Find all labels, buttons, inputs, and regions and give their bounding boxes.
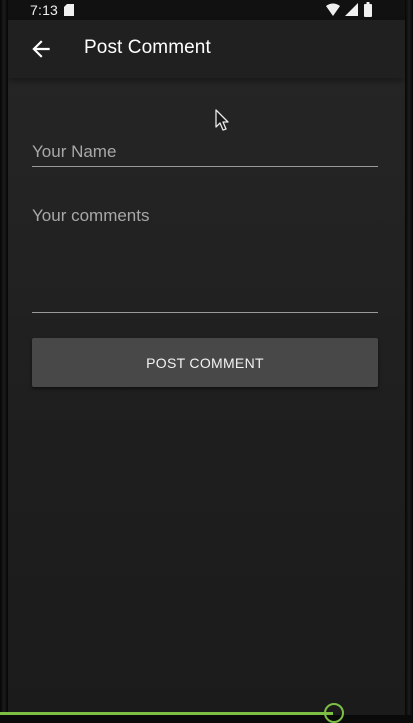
name-field: [32, 134, 378, 168]
name-input[interactable]: [32, 134, 378, 168]
wifi-icon: [326, 3, 340, 16]
phone-device: 7:13 Post Comment Your Name Your comment…: [0, 0, 413, 723]
comments-input[interactable]: [32, 198, 378, 316]
battery-icon: [364, 2, 372, 17]
phone-bezel-left: [0, 0, 8, 715]
comments-field: [32, 198, 378, 316]
status-bar: 7:13: [8, 0, 405, 20]
arrow-left-icon[interactable]: [28, 36, 54, 62]
signal-icon: [345, 3, 358, 16]
phone-bezel-right: [405, 0, 413, 715]
mouse-pointer-icon: [215, 109, 229, 131]
video-progress-handle[interactable]: [324, 703, 344, 723]
status-time: 7:13: [30, 2, 59, 18]
app-bar: Post Comment: [8, 20, 405, 78]
sd-card-icon: [64, 4, 74, 16]
post-comment-button[interactable]: POST COMMENT: [32, 338, 378, 387]
page-title: Post Comment: [84, 37, 211, 58]
app-screen: 7:13 Post Comment Your Name Your comment…: [8, 0, 405, 715]
